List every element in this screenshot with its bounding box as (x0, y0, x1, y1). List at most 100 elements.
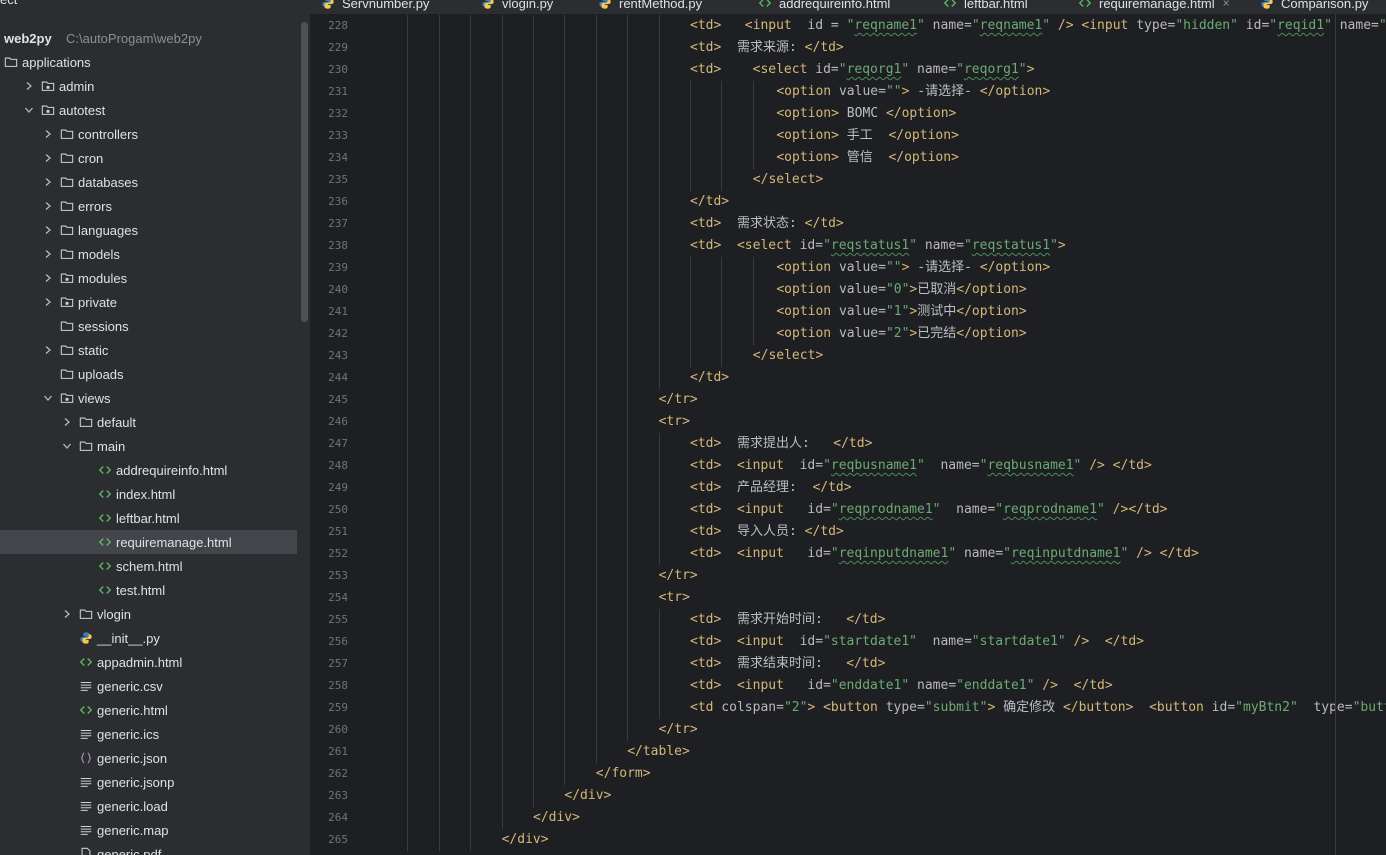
code-token: reqinputdname1 (838, 546, 949, 561)
code-token: type= (1128, 18, 1176, 33)
tree-item[interactable]: autotest (0, 98, 297, 122)
tree-item[interactable]: uploads (0, 362, 297, 386)
code-token: </tr> (658, 568, 698, 583)
tree-item[interactable]: main (0, 434, 297, 458)
indent-guide (407, 81, 409, 103)
tree-item[interactable]: admin (0, 74, 297, 98)
editor-tab[interactable]: requiremanage.html × (1077, 0, 1230, 14)
tree-item[interactable]: databases (0, 170, 297, 194)
indent-guide (627, 719, 629, 741)
tree-item[interactable]: appadmin.html (0, 650, 297, 674)
chevron-right-icon[interactable] (42, 176, 54, 188)
code-token: <option (776, 260, 832, 275)
editor-tab[interactable]: addrequireinfo.html (757, 0, 890, 14)
indent-guide (438, 235, 440, 257)
indent-guide (564, 367, 566, 389)
tree-item[interactable]: static (0, 338, 297, 362)
tree-item[interactable]: languages (0, 218, 297, 242)
tree-item[interactable]: cron (0, 146, 297, 170)
tree-item[interactable]: schem.html (0, 554, 297, 578)
code-token: " (963, 238, 972, 253)
indent-guide (438, 81, 440, 103)
tree-item[interactable]: generic.map (0, 818, 297, 842)
indent-guide (564, 499, 566, 521)
tree-item[interactable]: addrequireinfo.html (0, 458, 297, 482)
tree-item[interactable]: modules (0, 266, 297, 290)
line-number: 245 (328, 393, 348, 406)
code-token: 确定修改 (995, 700, 1063, 715)
indent-guide (438, 653, 440, 675)
tree-item-label: views (78, 390, 111, 406)
indent-guide (627, 147, 629, 169)
tree-item[interactable]: private (0, 290, 297, 314)
chevron-right-icon[interactable] (42, 296, 54, 308)
close-icon[interactable]: × (1223, 0, 1230, 10)
code-token: /> </td> (1128, 546, 1199, 561)
indent-guide (627, 389, 629, 411)
chevron-right-icon[interactable] (42, 200, 54, 212)
editor-tab[interactable]: rentMethod.py (597, 0, 702, 14)
tree-item[interactable]: sessions (0, 314, 297, 338)
tree-item[interactable]: controllers (0, 122, 297, 146)
tree-item[interactable]: generic.load (0, 794, 297, 818)
tree-item[interactable]: leftbar.html (0, 506, 297, 530)
indent-guide (470, 125, 472, 147)
tree-item[interactable]: views (0, 386, 297, 410)
chevron-right-icon[interactable] (61, 608, 73, 620)
tree-item[interactable]: requiremanage.html (0, 530, 297, 554)
sidebar-scrollbar[interactable] (301, 22, 308, 322)
code-editor[interactable]: <td> <input id = "reqname1" name="reqnam… (362, 14, 1386, 855)
code-token: " (823, 458, 831, 473)
editor-tab[interactable]: Comparison.py (1259, 0, 1368, 14)
indent-guide (627, 565, 629, 587)
tree-item[interactable]: default (0, 410, 297, 434)
chevron-down-icon[interactable] (61, 440, 73, 452)
code-token: <input (736, 634, 784, 649)
tree-item[interactable]: index.html (0, 482, 297, 506)
tree-item[interactable]: generic.json (0, 746, 297, 770)
chevron-down-icon[interactable] (42, 392, 54, 404)
chevron-right-icon[interactable] (23, 80, 35, 92)
chevron-right-icon[interactable] (42, 344, 54, 356)
tree-item[interactable]: vlogin (0, 602, 297, 626)
indent-guide (595, 301, 597, 323)
indent-guide (564, 763, 566, 785)
indent-guide (438, 411, 440, 433)
tree-item[interactable]: test.html (0, 578, 297, 602)
chevron-right-icon[interactable] (61, 416, 73, 428)
chevron-right-icon[interactable] (42, 224, 54, 236)
tree-item[interactable]: errors (0, 194, 297, 218)
tree-item[interactable]: generic.pdf (0, 842, 297, 855)
chevron-down-icon[interactable] (23, 104, 35, 116)
editor-tab[interactable]: Servnumber.py (320, 0, 429, 14)
tree-item[interactable]: generic.csv (0, 674, 297, 698)
code-token: "button" (1352, 700, 1386, 715)
tree-item[interactable]: __init__.py (0, 626, 297, 650)
code-line: <td> 导入人员: </td> (407, 521, 844, 543)
code-token: <option (776, 84, 832, 99)
code-token: "0" (885, 282, 910, 297)
editor-tab[interactable]: leftbar.html (942, 0, 1028, 14)
code-token: "startdate1" (971, 634, 1066, 649)
code-token: </td> (846, 612, 886, 627)
indent-guide (407, 433, 409, 455)
tree-item[interactable]: models (0, 242, 297, 266)
indent-guide (627, 81, 629, 103)
code-token: name= (1331, 18, 1379, 33)
tree-item[interactable]: generic.html (0, 698, 297, 722)
chevron-right-icon[interactable] (42, 272, 54, 284)
indent-guide (627, 675, 629, 697)
tree-item[interactable]: generic.jsonp (0, 770, 297, 794)
code-token: <tr> (658, 414, 690, 429)
indent-guide (438, 15, 440, 37)
code-token: <td (690, 700, 714, 715)
tree-item[interactable]: generic.ics (0, 722, 297, 746)
indent-guide (407, 763, 409, 785)
code-token: value= (831, 84, 886, 99)
tree-item[interactable]: web2py C:\autoProgam\web2py (0, 26, 297, 50)
tree-item[interactable]: applications (0, 50, 297, 74)
chevron-right-icon[interactable] (42, 152, 54, 164)
editor-tab[interactable]: vlogin.py (480, 0, 553, 14)
chevron-right-icon[interactable] (42, 248, 54, 260)
chevron-right-icon[interactable] (42, 128, 54, 140)
